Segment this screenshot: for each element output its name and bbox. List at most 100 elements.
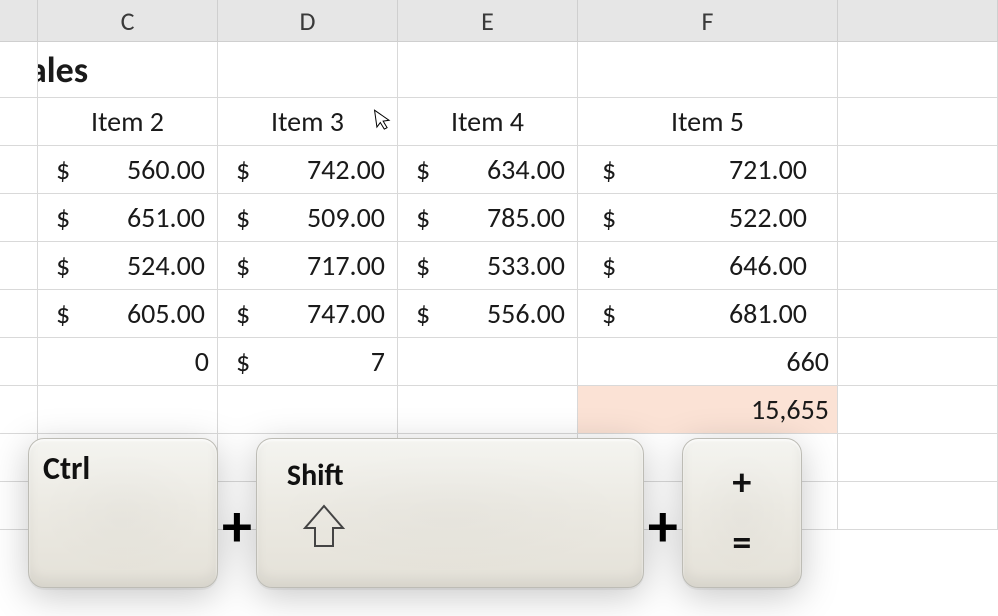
cell-value: 524.00 bbox=[127, 248, 205, 283]
row-stub bbox=[0, 290, 38, 338]
title-cell[interactable]: Sales bbox=[38, 42, 218, 98]
cell-value: 646.00 bbox=[729, 248, 807, 283]
plus-equals-key: + = bbox=[682, 438, 802, 588]
ctrl-key: Ctrl bbox=[28, 438, 218, 588]
dollar-sign-icon: $ bbox=[236, 344, 250, 379]
cell-value: 634.00 bbox=[487, 152, 565, 187]
header-item-4[interactable]: Item 4 bbox=[398, 98, 578, 146]
cell-D[interactable]: $717.00 bbox=[218, 242, 398, 290]
table-row: $524.00 $717.00 $533.00 $646.00 bbox=[0, 242, 998, 290]
dollar-sign-icon: $ bbox=[602, 200, 616, 235]
column-header-row: C D E F bbox=[0, 0, 998, 42]
table-row: $605.00 $747.00 $556.00 $681.00 bbox=[0, 290, 998, 338]
cell[interactable] bbox=[838, 386, 998, 434]
plus-symbol: + bbox=[732, 464, 751, 502]
cell[interactable] bbox=[38, 386, 218, 434]
cell-value: 681.00 bbox=[729, 296, 807, 331]
header-item-2[interactable]: Item 2 bbox=[38, 98, 218, 146]
header-stub bbox=[0, 0, 38, 41]
cell[interactable] bbox=[218, 42, 398, 98]
cell-E[interactable]: $634.00 bbox=[398, 146, 578, 194]
column-header-G[interactable] bbox=[838, 0, 998, 41]
title-row: Sales bbox=[0, 42, 998, 98]
total-cell[interactable]: 15,655 bbox=[578, 386, 838, 434]
dollar-sign-icon: $ bbox=[602, 248, 616, 283]
cell[interactable] bbox=[838, 194, 998, 242]
cell-D[interactable]: $7 bbox=[218, 338, 398, 386]
cell[interactable] bbox=[838, 242, 998, 290]
cell-value: 721.00 bbox=[729, 152, 807, 187]
cell[interactable] bbox=[578, 42, 838, 98]
total-value: 15,655 bbox=[751, 392, 829, 427]
column-header-C[interactable]: C bbox=[38, 0, 218, 41]
cell-value: 660 bbox=[786, 344, 829, 379]
dollar-sign-icon: $ bbox=[56, 200, 70, 235]
row-stub bbox=[0, 146, 38, 194]
cell-value: 605.00 bbox=[127, 296, 205, 331]
cell-E[interactable]: $533.00 bbox=[398, 242, 578, 290]
dollar-sign-icon: $ bbox=[56, 296, 70, 331]
cell[interactable] bbox=[838, 290, 998, 338]
cell-D[interactable]: $747.00 bbox=[218, 290, 398, 338]
cell[interactable] bbox=[838, 434, 998, 482]
row-stub bbox=[0, 242, 38, 290]
title-text: Sales bbox=[38, 48, 88, 92]
plus-joiner-icon: + bbox=[648, 497, 678, 557]
table-row: $560.00 $742.00 $634.00 $721.00 bbox=[0, 146, 998, 194]
ctrl-key-label: Ctrl bbox=[43, 449, 203, 488]
cell-value: 560.00 bbox=[127, 152, 205, 187]
cell-value: 0 bbox=[195, 344, 209, 379]
cell[interactable] bbox=[838, 146, 998, 194]
cell-value: 785.00 bbox=[487, 200, 565, 235]
dollar-sign-icon: $ bbox=[56, 248, 70, 283]
header-row: Item 2 Item 3 Item 4 Item 5 bbox=[0, 98, 998, 146]
cell-E[interactable] bbox=[398, 338, 578, 386]
table-row: $651.00 $509.00 $785.00 $522.00 bbox=[0, 194, 998, 242]
column-header-D[interactable]: D bbox=[218, 0, 398, 41]
cell-D[interactable]: $742.00 bbox=[218, 146, 398, 194]
cursor-icon bbox=[373, 107, 394, 133]
row-stub bbox=[0, 98, 38, 146]
dollar-sign-icon: $ bbox=[416, 152, 430, 187]
cell-C[interactable]: $524.00 bbox=[38, 242, 218, 290]
cell-C[interactable]: $605.00 bbox=[38, 290, 218, 338]
cell-E[interactable]: $785.00 bbox=[398, 194, 578, 242]
dollar-sign-icon: $ bbox=[236, 152, 250, 187]
cell[interactable] bbox=[838, 482, 998, 530]
cell[interactable] bbox=[398, 386, 578, 434]
header-item-5[interactable]: Item 5 bbox=[578, 98, 838, 146]
cell[interactable] bbox=[838, 98, 998, 146]
total-row: 15,655 bbox=[0, 386, 998, 434]
dollar-sign-icon: $ bbox=[602, 152, 616, 187]
dollar-sign-icon: $ bbox=[236, 200, 250, 235]
equals-symbol: = bbox=[732, 524, 751, 562]
shift-arrow-icon bbox=[297, 500, 617, 559]
cell[interactable] bbox=[838, 42, 998, 98]
cell-F[interactable]: $721.00 bbox=[578, 146, 838, 194]
cell[interactable] bbox=[218, 386, 398, 434]
cell-value: 556.00 bbox=[487, 296, 565, 331]
cell-value: 651.00 bbox=[127, 200, 205, 235]
row-stub bbox=[0, 42, 38, 98]
dollar-sign-icon: $ bbox=[416, 200, 430, 235]
column-header-F[interactable]: F bbox=[578, 0, 838, 41]
cell-C[interactable]: 0 bbox=[38, 338, 218, 386]
header-item-3[interactable]: Item 3 bbox=[218, 98, 398, 146]
cell-F[interactable]: $522.00 bbox=[578, 194, 838, 242]
dollar-sign-icon: $ bbox=[416, 296, 430, 331]
cell[interactable] bbox=[838, 338, 998, 386]
dollar-sign-icon: $ bbox=[602, 296, 616, 331]
cell-F[interactable]: $646.00 bbox=[578, 242, 838, 290]
cell[interactable] bbox=[398, 42, 578, 98]
cell-F[interactable]: $681.00 bbox=[578, 290, 838, 338]
cell-E[interactable]: $556.00 bbox=[398, 290, 578, 338]
dollar-sign-icon: $ bbox=[236, 296, 250, 331]
dollar-sign-icon: $ bbox=[56, 152, 70, 187]
column-header-E[interactable]: E bbox=[398, 0, 578, 41]
cell-C[interactable]: $560.00 bbox=[38, 146, 218, 194]
cell-D[interactable]: $509.00 bbox=[218, 194, 398, 242]
cell-C[interactable]: $651.00 bbox=[38, 194, 218, 242]
dollar-sign-icon: $ bbox=[236, 248, 250, 283]
row-stub bbox=[0, 338, 38, 386]
cell-F[interactable]: 660 bbox=[578, 338, 838, 386]
